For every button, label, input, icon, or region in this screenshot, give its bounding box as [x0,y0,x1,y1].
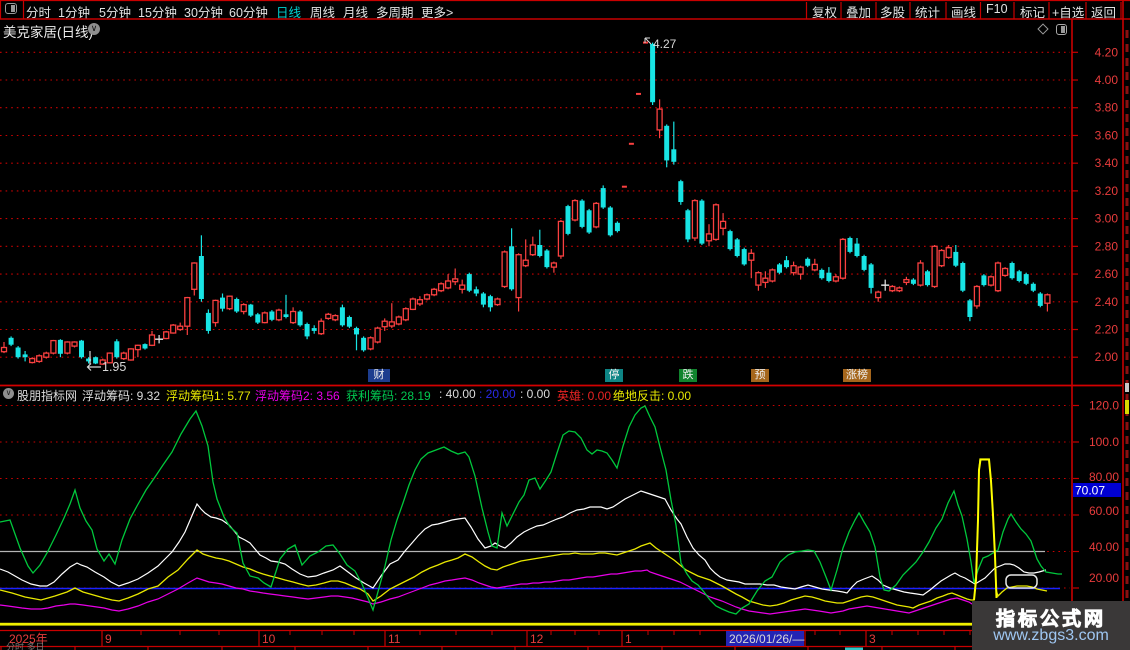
svg-text:3.20: 3.20 [1095,184,1119,198]
svg-text:10: 10 [262,632,276,646]
svg-text:分时 多日: 分时 多日 [6,641,45,650]
svg-text:4.27: 4.27 [653,37,677,51]
svg-text:3.40: 3.40 [1095,156,1119,170]
svg-text:70.07: 70.07 [1075,484,1105,498]
svg-text:2.40: 2.40 [1095,295,1119,309]
svg-text:60.00: 60.00 [1089,504,1119,518]
svg-text:3.00: 3.00 [1095,212,1119,226]
svg-text:3: 3 [869,632,876,646]
svg-text:100.0: 100.0 [1089,435,1119,449]
svg-text:12: 12 [530,632,544,646]
svg-text:2.20: 2.20 [1095,323,1119,337]
svg-text:11: 11 [388,632,401,646]
svg-text:2.60: 2.60 [1095,267,1119,281]
svg-text:120.0: 120.0 [1089,399,1119,413]
svg-text:1.95: 1.95 [102,360,126,374]
svg-text:2.00: 2.00 [1095,350,1119,364]
svg-text:80.00: 80.00 [1089,470,1119,484]
svg-text:4.20: 4.20 [1095,45,1119,59]
svg-text:20.00: 20.00 [1089,571,1119,585]
svg-text:40.00: 40.00 [1089,540,1119,554]
svg-text:3.80: 3.80 [1095,101,1119,115]
svg-text:1: 1 [625,632,632,646]
svg-text:9: 9 [105,632,112,646]
svg-text:4.00: 4.00 [1095,73,1119,87]
svg-text:2.80: 2.80 [1095,239,1119,253]
svg-text:3.60: 3.60 [1095,128,1119,142]
svg-text:2026/01/26/—: 2026/01/26/— [729,632,804,646]
